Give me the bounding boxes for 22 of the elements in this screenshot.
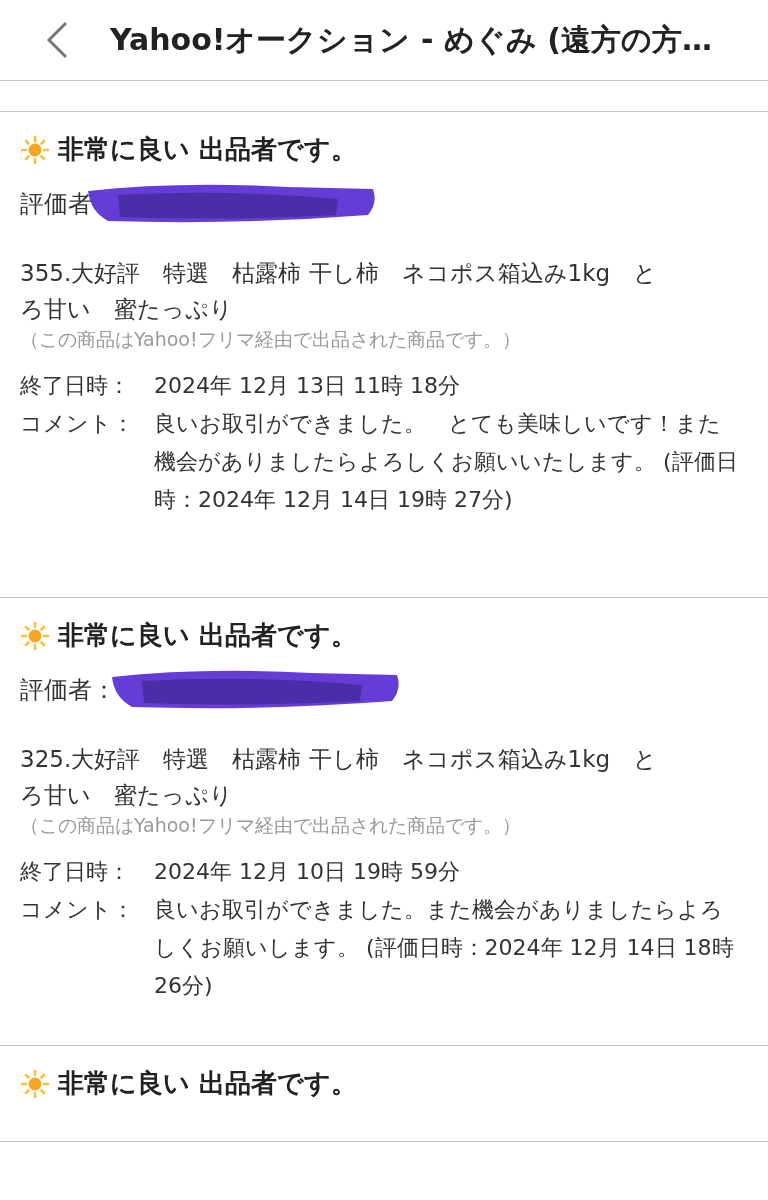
back-icon[interactable]: [44, 20, 70, 60]
sun-icon: [20, 1068, 50, 1099]
reviewer-label: 評価者: [20, 189, 92, 220]
item-title: 355.大好評 特選 枯露柿 干し柿 ネコポス箱込み1kg とろ甘い 蜜たっぷり: [20, 259, 659, 324]
sun-icon: [20, 134, 50, 165]
item-note: （この商品はYahoo!フリマ経由で出品された商品です。）: [20, 813, 522, 838]
field-value: 良いお取引ができました。また機会がありましたらよろしくお願いします。 (評価日時：2024年 12月 14日 18時 26分): [154, 896, 735, 1000]
field-value: 2024年 12月 13日 11時 18分: [154, 372, 461, 400]
reviewer-label: 評価者：: [20, 675, 116, 706]
rating-text: 非常に良い 出品者です。: [58, 619, 358, 652]
item-title: 325.大好評 特選 枯露柿 干し柿 ネコポス箱込み1kg とろ甘い 蜜たっぷり: [20, 745, 659, 810]
field-value: 良いお取引ができました。 とても美味しいです！また機会がありましたらよろしくお願いいたします。 (評価日時：2024年 12月 14日 19時 27分): [154, 410, 739, 514]
field-label: 終了日時：: [20, 858, 131, 886]
field-label: コメント：: [20, 410, 135, 438]
rating-text: 非常に良い 出品者です。: [58, 1067, 358, 1100]
field-label: 終了日時：: [20, 372, 131, 400]
field-label: コメント：: [20, 896, 135, 924]
page-title: Yahoo!オークション - めぐみ (遠方の方…: [110, 20, 712, 59]
rating-text: 非常に良い 出品者です。: [58, 133, 358, 166]
sun-icon: [20, 620, 50, 651]
item-note: （この商品はYahoo!フリマ経由で出品された商品です。）: [20, 327, 522, 352]
field-value: 2024年 12月 10日 19時 59分: [154, 858, 461, 886]
